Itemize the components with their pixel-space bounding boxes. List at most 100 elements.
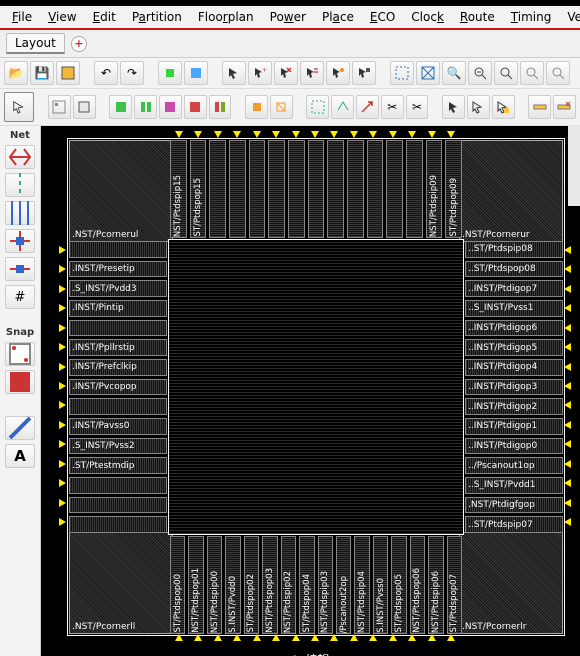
ruler-x-icon[interactable]	[553, 95, 576, 119]
text-icon[interactable]: A	[5, 444, 35, 468]
io-pad: .S_INST/Pvdd3	[69, 280, 167, 297]
add-tab-button[interactable]: +	[71, 36, 87, 52]
io-pad	[209, 140, 226, 238]
menu-partition[interactable]: Partition	[126, 8, 188, 26]
pointer-eq-icon[interactable]	[300, 61, 324, 85]
net-hatch-icon[interactable]: #	[5, 285, 35, 309]
menu-view[interactable]: View	[42, 8, 82, 26]
pointer-orange-icon[interactable]	[326, 61, 350, 85]
io-pad	[347, 140, 364, 238]
cursor-sel1[interactable]	[442, 95, 465, 119]
zoom-in-icon[interactable]: 🔍	[442, 61, 466, 85]
io-pad: NST/Ptdspip04	[354, 536, 369, 634]
summary-icon[interactable]	[184, 61, 208, 85]
fit-icon[interactable]	[390, 61, 414, 85]
copy-icon[interactable]	[331, 95, 354, 119]
layout-tab[interactable]: Layout	[6, 33, 65, 54]
zoom-out-icon[interactable]	[468, 61, 492, 85]
red2-icon[interactable]	[209, 95, 232, 119]
io-pad: NST/Ptdspip15	[170, 140, 187, 238]
net-red-icon[interactable]	[5, 145, 35, 169]
open-icon[interactable]: 📂	[4, 61, 28, 85]
pointer-icon[interactable]	[222, 61, 246, 85]
io-pad: ST/Ptdspop00	[170, 536, 185, 634]
snap-grid-icon[interactable]	[5, 342, 35, 366]
cursor-sel2[interactable]	[467, 95, 490, 119]
cut2-icon[interactable]: ✂	[406, 95, 429, 119]
box-tool[interactable]	[73, 95, 96, 119]
snap-dot-icon[interactable]	[5, 370, 35, 394]
io-pad: ..INST/Ptdigop1	[465, 418, 563, 435]
green2-icon[interactable]	[134, 95, 157, 119]
io-pad: NST/Ptdspip03	[318, 536, 333, 634]
menu-edit[interactable]: Edit	[87, 8, 122, 26]
menu-eco[interactable]: ECO	[364, 8, 401, 26]
menu-file[interactable]: File	[6, 8, 38, 26]
pointer-x-icon[interactable]	[274, 61, 298, 85]
move-icon[interactable]	[306, 95, 329, 119]
menu-route[interactable]: Route	[454, 8, 501, 26]
io-pad	[386, 140, 403, 238]
design-icon[interactable]	[56, 61, 80, 85]
io-pad: ST/Ptdspop02	[244, 536, 259, 634]
floorplan-tool[interactable]	[48, 95, 71, 119]
red1-icon[interactable]	[184, 95, 207, 119]
core-area	[168, 239, 464, 535]
io-pad: .INST/Pavss0	[69, 418, 167, 435]
menu-bar: FileView EditPartitionFloorplanPowerPlace…	[0, 6, 580, 30]
io-pad: ST/Ptdspop09	[445, 140, 462, 238]
io-pad	[69, 497, 167, 514]
net-blue1-icon[interactable]	[5, 201, 35, 225]
net-blue2-icon[interactable]	[5, 229, 35, 253]
undo-icon[interactable]: ↶	[94, 61, 118, 85]
io-pad: ST/Ptdspop05	[391, 536, 406, 634]
io-pad: NST/Ptdspop01	[188, 536, 203, 634]
menu-timing[interactable]: Timing	[505, 8, 558, 26]
io-pad	[249, 140, 266, 238]
io-pad: .S_INST/Pvss2	[69, 438, 167, 455]
prev-view-icon[interactable]	[520, 61, 544, 85]
pointer-plus-icon[interactable]: +	[248, 61, 272, 85]
toolbar-row-2: ✂ ✂	[0, 89, 580, 126]
redraw-icon[interactable]	[416, 61, 440, 85]
orange-tool[interactable]	[245, 95, 268, 119]
menu-floorplan[interactable]: Floorplan	[192, 8, 260, 26]
ruler-icon[interactable]	[528, 95, 551, 119]
io-pad: ..INST/Ptdigop2	[465, 398, 563, 415]
save-icon[interactable]: 💾	[30, 61, 54, 85]
io-pad: ..INST/Ptdigop6	[465, 320, 563, 337]
toolbar-row-1: 📂 💾 ↶ ↷ + 🔍	[0, 58, 580, 89]
line-icon[interactable]	[5, 416, 35, 440]
orange-alt-icon[interactable]	[270, 95, 293, 119]
menu-place[interactable]: Place	[316, 8, 360, 26]
net-header: Net	[10, 130, 30, 141]
corner-ul: .NST/Pcornerul	[69, 140, 173, 242]
io-pad	[69, 398, 167, 415]
red-arrow-icon[interactable]	[356, 95, 379, 119]
io-pad: ..INST/Ptdigop0	[465, 438, 563, 455]
net-mix1-icon[interactable]	[5, 257, 35, 281]
next-view-icon[interactable]	[546, 61, 570, 85]
io-pad: NST/Ptdspop03	[262, 536, 277, 634]
select-tool[interactable]	[4, 92, 34, 122]
menu-power[interactable]: Power	[264, 8, 312, 26]
io-pad: NST/Ptdspip02	[281, 536, 296, 634]
redo-icon[interactable]: ↷	[120, 61, 144, 85]
menu-clock[interactable]: Clock	[405, 8, 450, 26]
layout-canvas[interactable]: .NST/Pcornerul .NST/Pcornerur .NST/Pcorn…	[41, 126, 580, 656]
menu-verify[interactable]: Verify	[561, 8, 580, 26]
green1-icon[interactable]	[109, 95, 132, 119]
cursor-sel3[interactable]	[492, 95, 515, 119]
io-pad: ST/Ptdspop07	[447, 536, 462, 634]
hilite-icon[interactable]	[158, 61, 182, 85]
tab-strip: Layout +	[0, 30, 580, 58]
zoom-sel-icon[interactable]	[494, 61, 518, 85]
io-pad: ST/Ptdspop04	[299, 536, 314, 634]
side-toolbar: Net # Snap A	[0, 126, 41, 656]
io-pad: .INST/Presetip	[69, 261, 167, 278]
magenta1-icon[interactable]	[159, 95, 182, 119]
cut-icon[interactable]: ✂	[381, 95, 404, 119]
io-pad: .INST/Pintip	[69, 300, 167, 317]
pointer-dark-icon[interactable]	[352, 61, 376, 85]
net-green-icon[interactable]	[5, 173, 35, 197]
